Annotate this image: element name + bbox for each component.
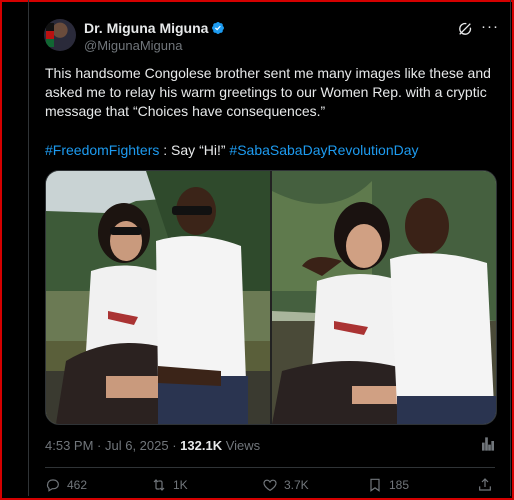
reply-count: 462: [67, 478, 88, 492]
like-button[interactable]: 3.7K: [262, 477, 309, 493]
tweet-meta: 4:53 PM · Jul 6, 2025 · 132.1K Views: [45, 438, 260, 453]
tweet-time[interactable]: 4:53 PM: [45, 438, 93, 453]
hashtag-sabasaba[interactable]: #SabaSabaDayRevolutionDay: [229, 142, 418, 158]
avatar[interactable]: [44, 19, 76, 51]
repost-icon: [153, 479, 165, 491]
tweet-card: Dr. Miguna Miguna @MigunaMiguna ··· This…: [28, 0, 511, 496]
more-options-icon[interactable]: ···: [481, 18, 499, 35]
hashtag-freedomfighters[interactable]: #FreedomFighters: [45, 142, 159, 158]
like-count: 3.7K: [284, 478, 309, 492]
tweet-hashtag-line: #FreedomFighters : Say “Hi!” #SabaSabaDa…: [45, 142, 419, 158]
tweet-photo-2[interactable]: [272, 171, 496, 424]
grok-icon[interactable]: [457, 21, 473, 37]
bookmark-icon: [370, 478, 380, 492]
repost-count: 1K: [173, 478, 188, 492]
media-grid: [45, 170, 497, 425]
share-icon: [479, 478, 491, 491]
reply-button[interactable]: 462: [45, 477, 87, 493]
divider: [45, 467, 495, 468]
analytics-icon[interactable]: [480, 436, 496, 452]
action-bar: 462 1K 3.7K 185: [45, 477, 495, 495]
meta-separator: ·: [168, 438, 181, 453]
tweet-photo-1[interactable]: [46, 171, 270, 424]
author-name[interactable]: Dr. Miguna Miguna: [84, 20, 225, 36]
meta-separator: ·: [93, 438, 105, 453]
author-name-text[interactable]: Dr. Miguna Miguna: [84, 20, 208, 36]
tweet-text: This handsome Congolese brother sent me …: [45, 65, 491, 119]
reply-icon: [46, 479, 59, 492]
tweet-date[interactable]: Jul 6, 2025: [105, 438, 169, 453]
verified-badge-icon: [212, 22, 225, 34]
tweet-mid-text: : Say “Hi!”: [159, 142, 230, 158]
bookmark-button[interactable]: 185: [367, 477, 409, 493]
share-button[interactable]: [477, 477, 493, 493]
views-label: Views: [222, 438, 261, 453]
heart-icon: [263, 479, 277, 492]
view-count: 132.1K: [180, 438, 223, 453]
bookmark-count: 185: [389, 478, 410, 492]
repost-button[interactable]: 1K: [151, 477, 188, 493]
author-handle[interactable]: @MigunaMiguna: [84, 38, 182, 53]
